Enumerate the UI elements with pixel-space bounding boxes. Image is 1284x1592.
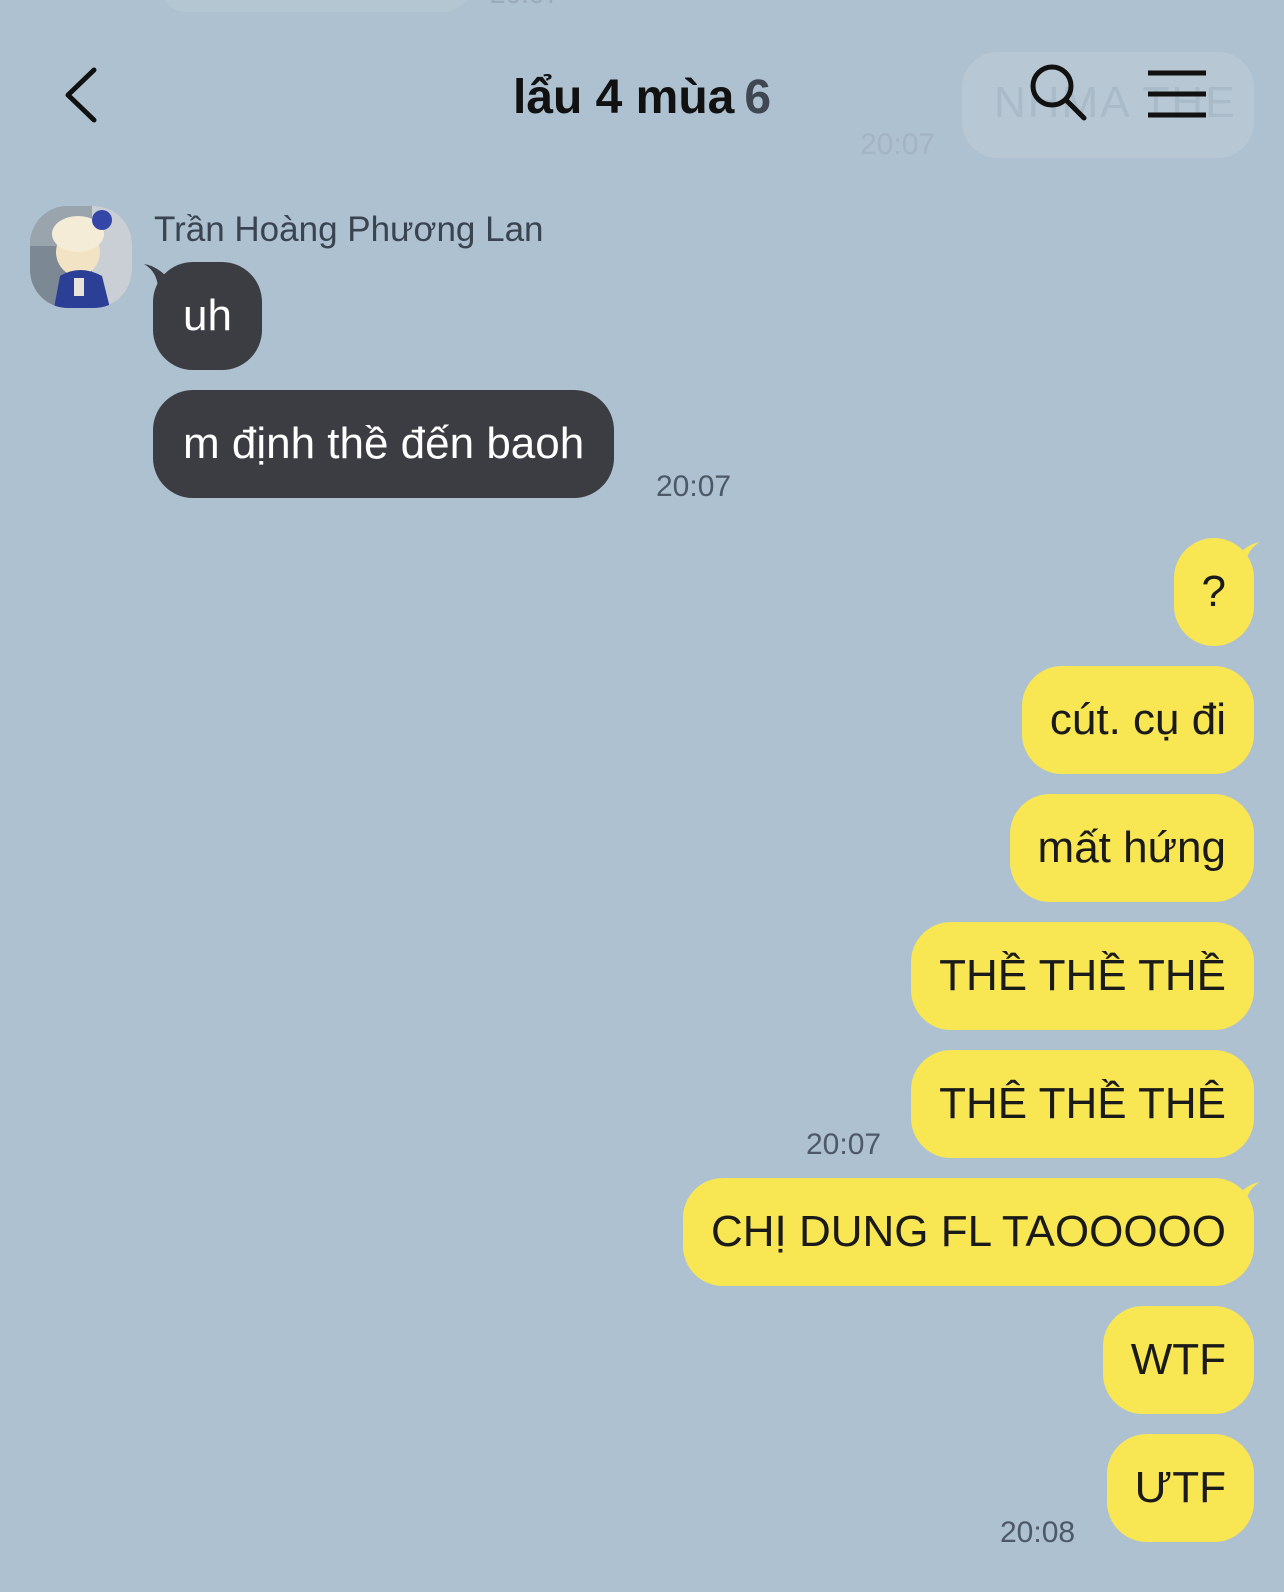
menu-icon[interactable] [1146,68,1208,120]
outgoing-message[interactable]: mất hứng [1009,794,1254,902]
member-count: 6 [744,71,772,124]
outgoing-message[interactable]: WTF [1102,1306,1254,1414]
outgoing-message[interactable]: ? [1173,538,1254,646]
message-timestamp: 20:08 [1000,1516,1076,1549]
search-icon[interactable] [1028,62,1092,126]
ghost-message-bubble [160,0,470,12]
outgoing-message[interactable]: THÊ THỀ THÊ [911,1050,1254,1158]
sender-name: Trần Hoàng Phương Lan [154,210,544,249]
outgoing-message[interactable]: THỀ THỀ THỀ [911,922,1254,1030]
chat-title-text: lẩu 4 mùa [512,71,735,124]
message-timestamp: 20:07 [656,470,732,503]
chat-header: lẩu 4 mùa 6 [0,40,1284,160]
message-timestamp: 20:07 [806,1128,882,1161]
incoming-message[interactable]: uh [153,262,262,370]
avatar[interactable] [30,206,132,308]
ghost-timestamp: 20:07 [490,0,560,10]
outgoing-message[interactable]: cút. cụ đi [1021,666,1254,774]
incoming-message[interactable]: m định thề đến baoh [153,390,615,498]
outgoing-message[interactable]: ƯTF [1106,1434,1254,1542]
outgoing-message[interactable]: CHỊ DUNG FL TAOOOOO [682,1178,1254,1286]
